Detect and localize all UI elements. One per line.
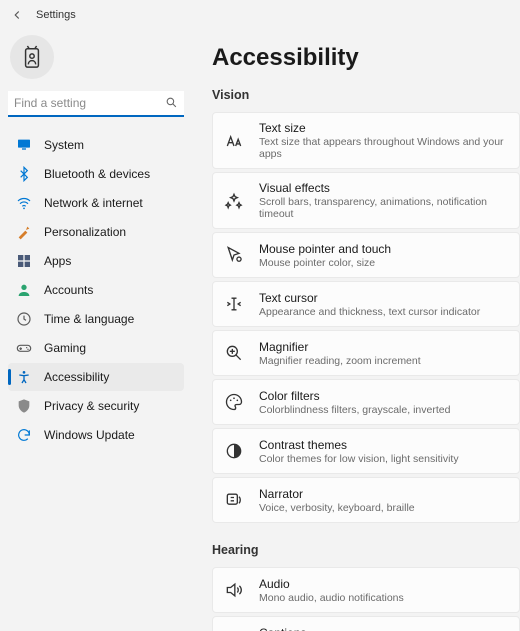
setting-card-captions[interactable]: CCCaptionsStyles xyxy=(212,616,520,631)
setting-card-text-size[interactable]: Text sizeText size that appears througho… xyxy=(212,112,520,169)
sidebar-item-time[interactable]: Time & language xyxy=(8,305,184,333)
card-title: Color filters xyxy=(259,389,450,403)
brush-icon xyxy=(16,224,32,240)
card-title: Magnifier xyxy=(259,340,421,354)
back-arrow-icon xyxy=(10,8,24,22)
sidebar-item-label: Network & internet xyxy=(44,196,143,210)
textsize-icon xyxy=(223,130,245,152)
app-title: Settings xyxy=(36,9,76,21)
sidebar-item-accounts[interactable]: Accounts xyxy=(8,276,184,304)
setting-card-visual-effects[interactable]: Visual effectsScroll bars, transparency,… xyxy=(212,172,520,229)
sidebar-item-label: Time & language xyxy=(44,312,134,326)
wifi-icon xyxy=(16,195,32,211)
sidebar-item-label: Gaming xyxy=(44,341,86,355)
card-subtitle: Magnifier reading, zoom increment xyxy=(259,355,421,367)
palette-icon xyxy=(223,391,245,413)
sidebar-item-label: System xyxy=(44,138,84,152)
apps-icon xyxy=(16,253,32,269)
sidebar-item-bluetooth[interactable]: Bluetooth & devices xyxy=(8,160,184,188)
setting-card-narrator[interactable]: NarratorVoice, verbosity, keyboard, brai… xyxy=(212,477,520,523)
card-title: Mouse pointer and touch xyxy=(259,242,391,256)
contrast-icon xyxy=(223,440,245,462)
setting-card-mouse-pointer-and-touch[interactable]: Mouse pointer and touchMouse pointer col… xyxy=(212,232,520,278)
setting-card-contrast-themes[interactable]: Contrast themesColor themes for low visi… xyxy=(212,428,520,474)
pointer-icon xyxy=(223,244,245,266)
search-input[interactable] xyxy=(8,91,184,117)
cursor-icon xyxy=(223,293,245,315)
sidebar-nav: System Bluetooth & devices Network & inter… xyxy=(8,131,184,449)
sidebar-item-label: Accounts xyxy=(44,283,93,297)
sidebar-item-accessibility[interactable]: Accessibility xyxy=(8,363,184,391)
sidebar-item-label: Accessibility xyxy=(44,370,109,384)
sidebar-item-label: Apps xyxy=(44,254,71,268)
sidebar-item-gaming[interactable]: Gaming xyxy=(8,334,184,362)
sidebar-item-label: Windows Update xyxy=(44,428,135,442)
card-title: Text cursor xyxy=(259,291,480,305)
setting-card-audio[interactable]: AudioMono audio, audio notifications xyxy=(212,567,520,613)
bluetooth-icon xyxy=(16,166,32,182)
clock-icon xyxy=(16,311,32,327)
card-subtitle: Mono audio, audio notifications xyxy=(259,592,404,604)
magnifier-icon xyxy=(223,342,245,364)
gamepad-icon xyxy=(16,340,32,356)
card-title: Audio xyxy=(259,577,404,591)
user-avatar[interactable] xyxy=(10,35,54,79)
setting-card-text-cursor[interactable]: Text cursorAppearance and thickness, tex… xyxy=(212,281,520,327)
title-bar: Settings xyxy=(0,0,520,26)
effects-icon xyxy=(223,190,245,212)
search-container xyxy=(8,91,184,117)
shield-icon xyxy=(16,398,32,414)
card-subtitle: Color themes for low vision, light sensi… xyxy=(259,453,459,465)
card-title: Captions xyxy=(259,626,306,631)
avatar-placeholder-icon xyxy=(21,44,43,70)
sidebar-item-label: Privacy & security xyxy=(44,399,139,413)
card-subtitle: Colorblindness filters, grayscale, inver… xyxy=(259,404,450,416)
sidebar-item-label: Bluetooth & devices xyxy=(44,167,150,181)
narrator-icon xyxy=(223,489,245,511)
card-subtitle: Appearance and thickness, text cursor in… xyxy=(259,306,480,318)
card-subtitle: Voice, verbosity, keyboard, braille xyxy=(259,502,415,514)
content: Accessibility Vision Text sizeText size t… xyxy=(192,26,520,631)
sidebar-item-apps[interactable]: Apps xyxy=(8,247,184,275)
card-subtitle: Scroll bars, transparency, animations, n… xyxy=(259,196,509,220)
section-header-hearing: Hearing xyxy=(212,543,520,557)
card-subtitle: Text size that appears throughout Window… xyxy=(259,136,509,160)
setting-card-color-filters[interactable]: Color filtersColorblindness filters, gra… xyxy=(212,379,520,425)
monitor-icon xyxy=(16,137,32,153)
accessibility-icon xyxy=(16,369,32,385)
search-icon xyxy=(165,96,178,109)
card-title: Narrator xyxy=(259,487,415,501)
back-button[interactable] xyxy=(8,6,26,24)
page-title: Accessibility xyxy=(212,44,520,72)
sidebar-item-update[interactable]: Windows Update xyxy=(8,421,184,449)
update-icon xyxy=(16,427,32,443)
sidebar-item-personalization[interactable]: Personalization xyxy=(8,218,184,246)
card-subtitle: Mouse pointer color, size xyxy=(259,257,391,269)
card-title: Visual effects xyxy=(259,181,509,195)
card-title: Contrast themes xyxy=(259,438,459,452)
sidebar: System Bluetooth & devices Network & inter… xyxy=(0,26,192,631)
person-icon xyxy=(16,282,32,298)
sidebar-item-privacy[interactable]: Privacy & security xyxy=(8,392,184,420)
setting-card-magnifier[interactable]: MagnifierMagnifier reading, zoom increme… xyxy=(212,330,520,376)
section-header-vision: Vision xyxy=(212,88,520,102)
card-title: Text size xyxy=(259,121,509,135)
sidebar-item-label: Personalization xyxy=(44,225,126,239)
sidebar-item-system[interactable]: System xyxy=(8,131,184,159)
sidebar-item-network[interactable]: Network & internet xyxy=(8,189,184,217)
audio-icon xyxy=(223,579,245,601)
